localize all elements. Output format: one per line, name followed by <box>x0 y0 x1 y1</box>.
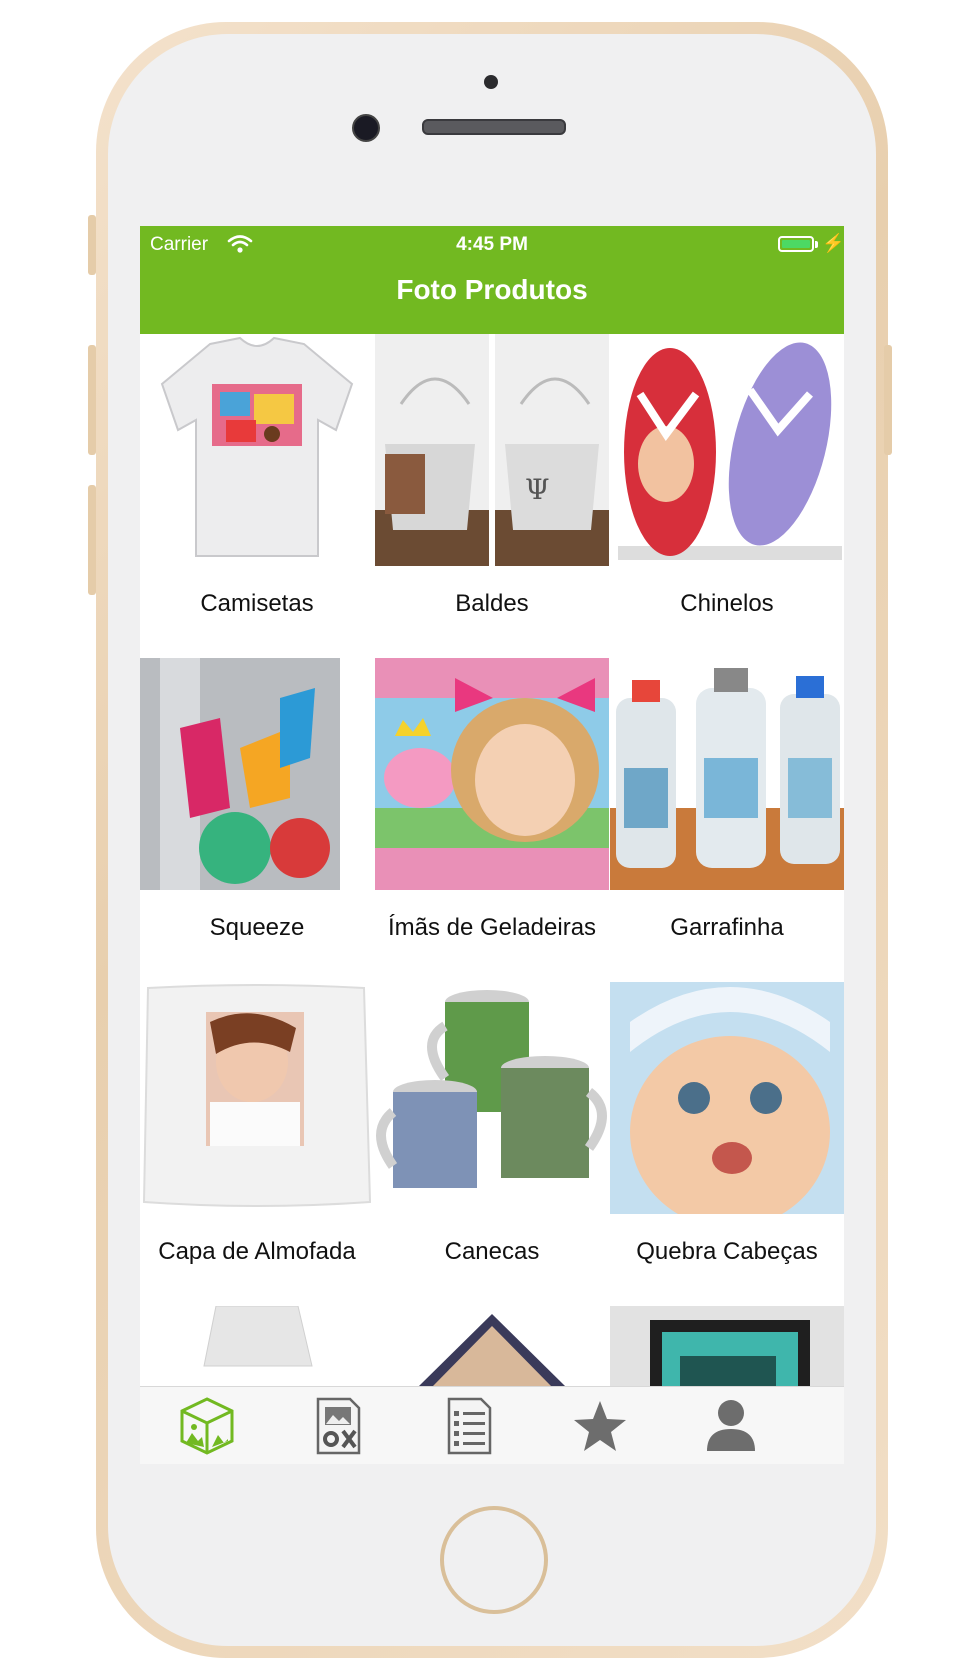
buckets-image: Ψ <box>375 334 609 566</box>
battery-tip <box>815 241 818 248</box>
power-button <box>884 345 892 455</box>
volume-up-button <box>88 345 96 455</box>
product-label: Chinelos <box>680 590 774 617</box>
product-label: Squeeze <box>209 914 305 941</box>
product-label: Capa de Almofada <box>158 1238 356 1265</box>
battery-icon <box>778 236 814 252</box>
front-camera <box>352 114 380 142</box>
product-label: Garrafinha <box>670 914 784 941</box>
product-cell-canecas[interactable]: Canecas <box>375 982 609 1306</box>
product-label: Canecas <box>444 1238 540 1265</box>
orders-list-icon <box>447 1397 492 1455</box>
pillow-cover-image <box>140 982 374 1214</box>
svg-text:Ψ: Ψ <box>525 473 550 506</box>
favorites-star-icon <box>574 1401 626 1451</box>
tshirt-image <box>140 334 374 566</box>
small-bottles-image <box>610 658 844 890</box>
navigation-bar: Carrier 4:45 PM ⚡ Foto Produtos <box>140 226 844 334</box>
charging-bolt-icon: ⚡ <box>822 233 844 253</box>
image-tools-icon <box>316 1397 361 1455</box>
tab-products[interactable] <box>172 1393 242 1459</box>
tab-profile[interactable] <box>696 1393 766 1459</box>
tab-favorites[interactable] <box>565 1393 635 1459</box>
product-cell-baldes[interactable]: Ψ Baldes <box>375 334 609 658</box>
app-screen: Carrier 4:45 PM ⚡ Foto Produtos Camiseta… <box>140 226 844 1464</box>
product-cell-chinelos[interactable]: Chinelos <box>610 334 844 658</box>
page-title: Foto Produtos <box>396 274 588 305</box>
product-label: Quebra Cabeças <box>636 1238 818 1265</box>
product-label: Baldes <box>455 590 529 617</box>
mute-switch <box>88 215 96 275</box>
puzzle-image <box>610 982 844 1214</box>
status-time: 4:45 PM <box>456 234 528 255</box>
squeeze-bottle-image <box>140 658 374 890</box>
product-label: Camisetas <box>200 590 314 617</box>
products-cube-icon <box>180 1397 234 1455</box>
mugs-image <box>375 982 609 1214</box>
product-cell-capa-almofada[interactable]: Capa de Almofada <box>140 982 374 1306</box>
product-cell-imas[interactable]: Ímãs de Geladeiras <box>375 658 609 982</box>
product-cell-camisetas[interactable]: Camisetas <box>140 334 374 658</box>
tab-orders[interactable] <box>434 1393 504 1459</box>
home-button[interactable] <box>440 1506 548 1614</box>
proximity-sensor <box>484 75 498 89</box>
product-cell-quebra-cabecas[interactable]: Quebra Cabeças <box>610 982 844 1306</box>
flip-flops-image <box>610 334 844 566</box>
tab-image-tools[interactable] <box>303 1393 373 1459</box>
profile-person-icon <box>707 1400 755 1451</box>
status-bar: Carrier 4:45 PM ⚡ <box>140 226 844 264</box>
product-label: Ímãs de Geladeiras <box>387 914 597 941</box>
product-cell-squeeze[interactable]: Squeeze <box>140 658 374 982</box>
volume-down-button <box>88 485 96 595</box>
tab-bar <box>140 1386 844 1464</box>
product-cell-garrafinha[interactable]: Garrafinha <box>610 658 844 982</box>
earpiece-speaker <box>422 119 566 135</box>
fridge-magnet-image <box>375 658 609 890</box>
